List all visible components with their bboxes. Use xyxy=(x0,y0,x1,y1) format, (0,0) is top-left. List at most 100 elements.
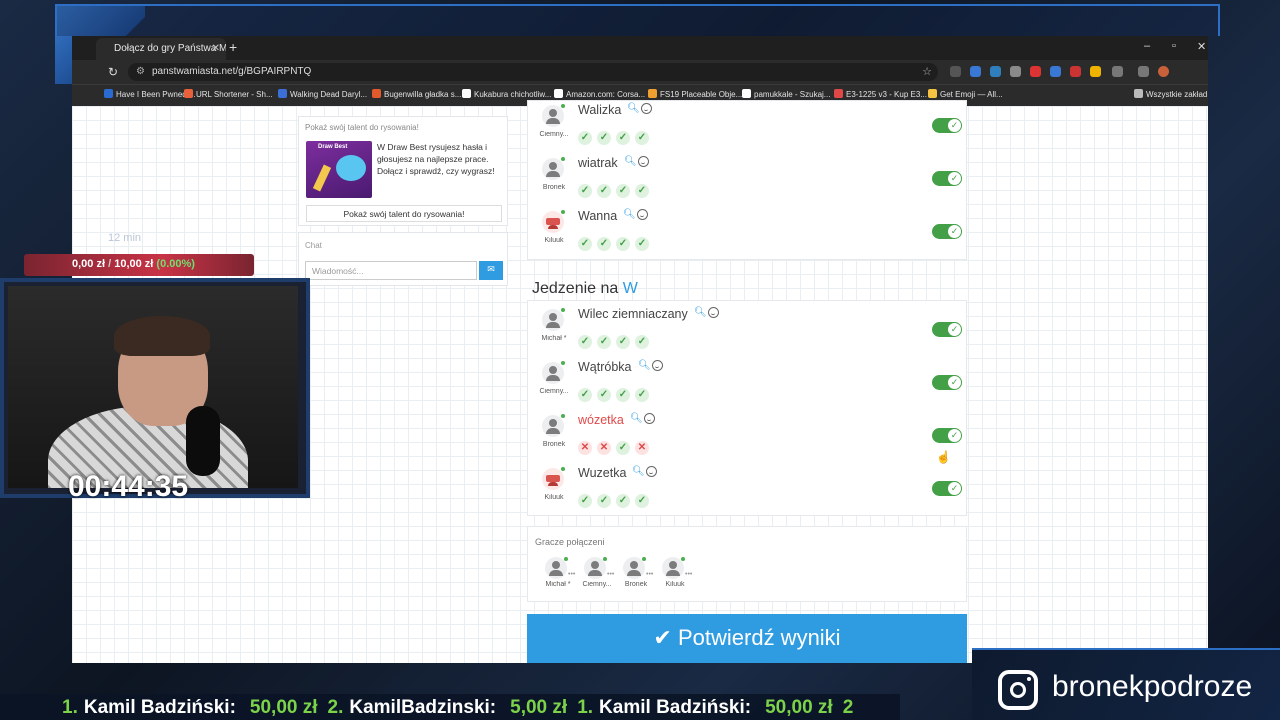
accept-answer-toggle[interactable] xyxy=(932,375,962,390)
bookmark-item[interactable]: E3-1225 v3 - Kup E3... xyxy=(834,89,927,99)
extension-icon[interactable] xyxy=(1070,66,1081,77)
check-icon: ✓ xyxy=(597,388,611,402)
extension-icon[interactable] xyxy=(970,66,981,77)
search-icon[interactable]: 🔍︎ xyxy=(624,156,637,167)
confirm-results-button[interactable]: ✔ Potwierdź wyniki xyxy=(527,614,967,663)
profile-avatar[interactable] xyxy=(1158,66,1169,77)
smiley-icon[interactable] xyxy=(637,209,648,220)
donation-goal: 10,00 zł xyxy=(114,258,154,270)
search-icon[interactable]: 🔍︎ xyxy=(623,209,636,220)
user-icon xyxy=(542,362,564,384)
ticker-amount: 5,00 zł xyxy=(510,697,568,718)
site-info-icon[interactable]: ⚙ xyxy=(136,66,145,77)
brush-icon xyxy=(312,164,332,192)
search-icon[interactable]: 🔍︎ xyxy=(694,307,707,318)
smiley-icon[interactable] xyxy=(638,156,649,167)
accept-answer-toggle[interactable] xyxy=(932,322,962,337)
ad-image[interactable]: Draw Best xyxy=(306,141,372,198)
answer-word: wózetka xyxy=(578,413,624,427)
check-icon: ✓ xyxy=(616,494,630,508)
url-field[interactable]: ⚙ panstwamiasta.net/g/BGPAIRPNTQ ☆ xyxy=(128,63,938,81)
search-icon[interactable]: 🔍︎ xyxy=(638,360,651,371)
chat-input[interactable]: Wiadomość... xyxy=(305,261,477,280)
user-icon xyxy=(542,158,564,180)
url-text: panstwamiasta.net/g/BGPAIRPNTQ xyxy=(152,66,312,77)
new-tab-icon[interactable]: + xyxy=(229,39,237,55)
user-icon xyxy=(542,415,564,437)
accept-answer-toggle[interactable] xyxy=(932,118,962,133)
bookmark-item[interactable]: pamukkale - Szukaj... xyxy=(742,89,830,99)
online-indicator xyxy=(681,557,685,561)
bookmark-favicon-icon xyxy=(278,89,287,98)
bookmark-item[interactable]: Bugenwilla gładka s... xyxy=(372,89,461,99)
connected-player: ••• Ciemny... xyxy=(577,557,617,597)
donation-goal-bar: 0,00 zł / 10,00 zł (0.00%) xyxy=(24,254,254,276)
extension-icon[interactable] xyxy=(1030,66,1041,77)
search-icon[interactable]: 🔍︎ xyxy=(630,413,643,424)
extension-icon[interactable] xyxy=(1010,66,1021,77)
check-icon: ✓ xyxy=(616,335,630,349)
extension-icon[interactable] xyxy=(1050,66,1061,77)
bookmark-favicon-icon xyxy=(372,89,381,98)
ad-button[interactable]: Pokaż swój talent do rysowania! xyxy=(306,205,502,222)
online-indicator xyxy=(561,104,565,108)
user-icon xyxy=(542,105,564,127)
check-icon: ✓ xyxy=(616,388,630,402)
answer-row: Kiluuk Wuzetka 🔍︎ ✓ ✓ ✓ ✓ xyxy=(528,464,966,517)
tab-title: Dołącz do gry Państwa Miasta xyxy=(114,43,226,54)
smiley-icon[interactable] xyxy=(641,103,652,114)
accept-answer-toggle[interactable] xyxy=(932,171,962,186)
send-message-button[interactable]: ✉ xyxy=(479,261,503,280)
check-icon: ✓ xyxy=(635,335,649,349)
cross-icon: ✕ xyxy=(635,441,649,455)
close-tab-icon[interactable]: ✕ xyxy=(212,43,220,54)
ticker-rank: 2. xyxy=(327,697,344,718)
answer-word: Walizka xyxy=(578,103,622,117)
donation-percent: (0.00%) xyxy=(156,258,195,270)
player-name: Michał * xyxy=(541,335,567,342)
bookmark-item[interactable]: Kukabura chichotliw... xyxy=(462,89,551,99)
close-window-icon[interactable]: ✕ xyxy=(1197,40,1206,53)
answer-row: Kiluuk Wanna 🔍︎ ✓ ✓ ✓ ✓ xyxy=(528,207,966,260)
bookmark-item[interactable]: Wszystkie zakład xyxy=(1134,89,1207,99)
search-icon[interactable]: 🔍︎ xyxy=(627,103,640,114)
search-icon[interactable]: 🔍︎ xyxy=(632,466,645,477)
maximize-icon[interactable]: ▫ xyxy=(1172,40,1176,52)
bookmark-item[interactable]: Get Emoji — All... xyxy=(928,89,1003,99)
check-icon: ✓ xyxy=(578,494,592,508)
accept-answer-toggle[interactable] xyxy=(932,224,962,239)
bookmark-item[interactable]: FS19 Placeable Obje... xyxy=(648,89,742,99)
minimize-icon[interactable]: – xyxy=(1144,40,1150,52)
ticker-name: Kamil Badziński: xyxy=(599,697,752,718)
more-dots-icon: ••• xyxy=(685,571,693,578)
reload-icon[interactable]: ↻ xyxy=(108,65,118,79)
accept-answer-toggle[interactable] xyxy=(932,481,962,496)
bookmark-favicon-icon xyxy=(104,89,113,98)
tab-bar: Dołącz do gry Państwa Miasta ✕ + – ▫ ✕ xyxy=(72,36,1208,60)
bookmark-item[interactable]: Have I Been Pwned:... xyxy=(104,89,196,99)
bookmark-item[interactable]: URL Shortener - Sh... xyxy=(184,89,273,99)
bookmark-item[interactable]: Amazon.com: Corsa... xyxy=(554,89,645,99)
bookmark-item[interactable]: Walking Dead Daryl... xyxy=(278,89,367,99)
vote-marks: ✕ ✕ ✓ ✕ xyxy=(578,437,654,455)
browser-tab[interactable]: Dołącz do gry Państwa Miasta ✕ xyxy=(96,38,226,60)
chat-bubble-icon: ✉ xyxy=(487,264,495,274)
menu-icon[interactable] xyxy=(1138,66,1149,77)
smiley-icon[interactable] xyxy=(646,466,657,477)
bookmark-star-icon[interactable]: ☆ xyxy=(922,65,932,78)
smiley-icon[interactable] xyxy=(652,360,663,371)
answer-word: Wuzetka xyxy=(578,466,627,480)
check-icon: ✓ xyxy=(578,237,592,251)
extension-icon[interactable] xyxy=(990,66,1001,77)
extensions-puzzle-icon[interactable] xyxy=(1112,66,1123,77)
check-icon: ✓ xyxy=(616,441,630,455)
instagram-icon xyxy=(998,670,1038,710)
smiley-icon[interactable] xyxy=(708,307,719,318)
mouse-cursor-icon: ☝ xyxy=(936,450,951,464)
accept-answer-toggle[interactable] xyxy=(932,428,962,443)
smiley-icon[interactable] xyxy=(644,413,655,424)
extension-icon[interactable] xyxy=(1090,66,1101,77)
bookmark-label: URL Shortener - Sh... xyxy=(196,90,273,99)
extension-icon[interactable] xyxy=(950,66,961,77)
check-icon: ✓ xyxy=(597,237,611,251)
